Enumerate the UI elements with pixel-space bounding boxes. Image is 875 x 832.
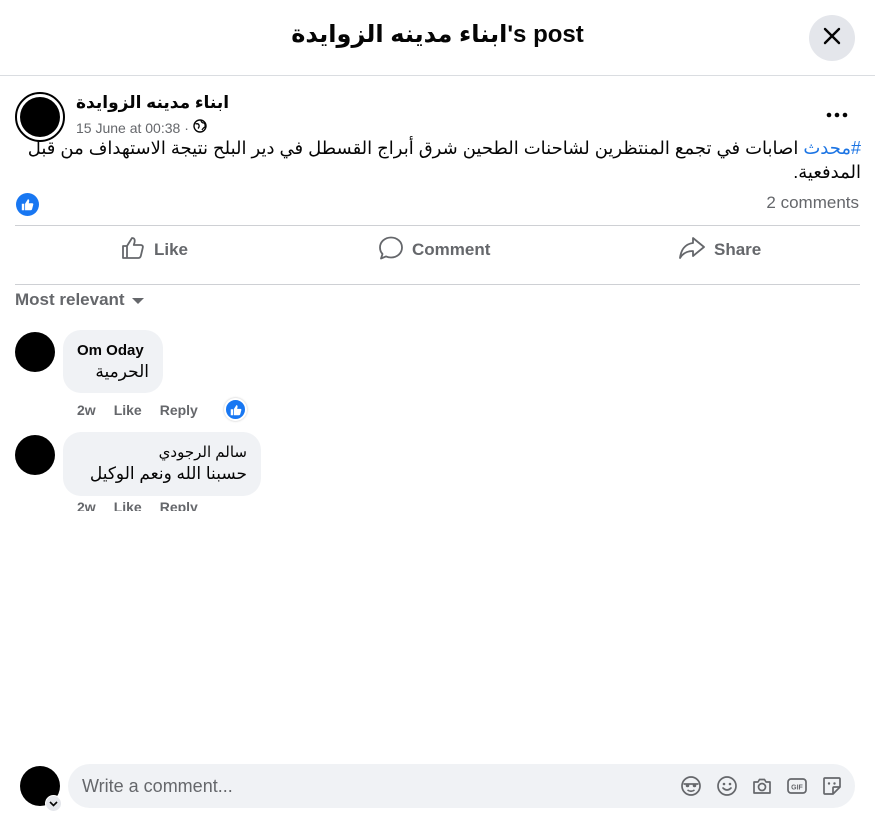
comment-time[interactable]: 2w	[77, 499, 96, 511]
comment-text: الحرمية	[95, 362, 149, 381]
comment-bubble: سالم الرجودي حسبنا الله ونعم الوكيل	[63, 432, 261, 496]
commenter-name[interactable]: سالم الرجودي	[77, 443, 247, 463]
svg-text:GIF: GIF	[791, 785, 803, 792]
more-options-button[interactable]	[822, 104, 852, 124]
comment-like-button[interactable]: Like	[114, 499, 142, 511]
comment-label: Comment	[412, 240, 491, 259]
comment-button[interactable]: Comment	[378, 232, 490, 268]
post-body: اصابات في تجمع المنتظرين لشاحنات الطحين …	[27, 138, 861, 182]
comment-actions: 2w Like Reply	[77, 402, 198, 418]
comment-filter-dropdown[interactable]: Most relevant	[15, 290, 145, 310]
filter-label: Most relevant	[15, 290, 125, 309]
globe-icon	[193, 119, 207, 136]
comment-input[interactable]	[82, 764, 662, 808]
dialog-title: ابناء مدينه الزوايدة's post	[291, 21, 584, 48]
camera-icon[interactable]	[750, 774, 774, 798]
gif-icon[interactable]: GIF	[785, 774, 809, 798]
sticker-icon[interactable]	[820, 774, 844, 798]
comment-reply-button[interactable]: Reply	[160, 499, 198, 511]
dialog-header: ابناء مدينه الزوايدة's post	[0, 0, 875, 76]
share-icon	[678, 235, 706, 266]
post-hashtag[interactable]: #محدث	[803, 138, 861, 158]
comment-like-reaction-icon[interactable]	[224, 398, 247, 421]
commenter-avatar[interactable]	[15, 435, 55, 475]
comment-composer: GIF	[68, 764, 855, 808]
chevron-down-icon[interactable]	[45, 795, 62, 812]
comment-bubble: Om Oday الحرمية	[63, 330, 163, 393]
avatar-sticker-icon[interactable]	[679, 774, 703, 798]
post-text: #محدث اصابات في تجمع المنتظرين لشاحنات ا…	[15, 136, 861, 184]
close-icon	[822, 26, 842, 51]
like-button[interactable]: Like	[120, 232, 188, 268]
thumbs-up-icon	[120, 235, 146, 266]
share-button[interactable]: Share	[678, 232, 761, 268]
author-avatar[interactable]	[15, 92, 65, 142]
like-reaction-icon[interactable]	[16, 193, 39, 216]
divider	[15, 225, 860, 226]
divider	[15, 284, 860, 285]
comment-time[interactable]: 2w	[77, 402, 96, 418]
comment-text: حسبنا الله ونعم الوكيل	[89, 464, 247, 483]
post-meta: 15 June at 00:38 ·	[76, 119, 207, 136]
post-timestamp[interactable]: 15 June at 00:38 ·	[76, 120, 189, 136]
caret-down-icon	[131, 290, 145, 310]
comment-reply-button[interactable]: Reply	[160, 402, 198, 418]
comment-like-button[interactable]: Like	[114, 402, 142, 418]
comments-count[interactable]: 2 comments	[766, 193, 859, 213]
like-label: Like	[154, 240, 189, 259]
emoji-icon[interactable]	[715, 774, 739, 798]
author-name[interactable]: ابناء مدينه الزوايدة	[76, 93, 229, 113]
more-icon	[826, 105, 848, 123]
commenter-name[interactable]: Om Oday	[77, 341, 149, 361]
comment-icon	[378, 235, 404, 266]
share-label: Share	[714, 240, 762, 259]
comment-actions-clip: 2w Like Reply	[0, 499, 875, 511]
commenter-avatar[interactable]	[15, 332, 55, 372]
close-button[interactable]	[809, 15, 855, 61]
comment-actions: 2w Like Reply	[77, 499, 198, 511]
